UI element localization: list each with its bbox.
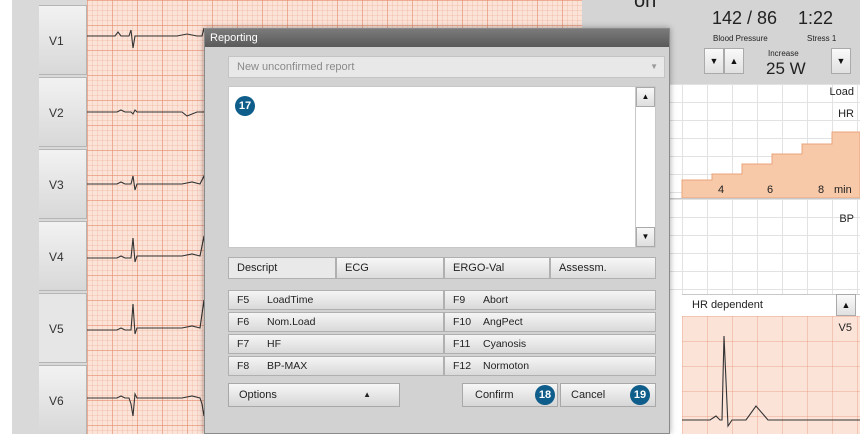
cancel-button[interactable]: Cancel 19 xyxy=(560,383,656,407)
key-f8[interactable]: F8 BP-MAX xyxy=(228,356,444,376)
key-label: Nom.Load xyxy=(267,316,316,328)
dialog-title: Reporting xyxy=(205,29,669,47)
report-text-area[interactable]: 17 xyxy=(228,86,656,248)
report-select-value: New unconfirmed report xyxy=(237,61,355,73)
bp-value: 142 / 86 xyxy=(712,8,778,28)
key-f7[interactable]: F7 HF xyxy=(228,334,444,354)
stage-label: Stress 1 xyxy=(807,34,837,43)
x-tick-8: 8 xyxy=(818,184,825,196)
report-select[interactable]: New unconfirmed report ▼ xyxy=(228,56,665,78)
load-value: 25 W xyxy=(766,59,806,78)
tab-assessm[interactable]: Assessm. xyxy=(550,257,656,279)
key-code: F8 xyxy=(237,360,250,372)
triangle-up-icon: ▲ xyxy=(363,390,371,399)
phase-text: on xyxy=(634,0,657,12)
key-code: F6 xyxy=(237,316,250,328)
report-scrollbar[interactable]: ▲ ▼ xyxy=(635,86,656,248)
key-code: F7 xyxy=(237,338,250,350)
key-f9[interactable]: F9 Abort xyxy=(444,290,656,310)
chevron-down-icon: ▼ xyxy=(650,62,658,71)
hr-dependent-label: HR dependent xyxy=(692,299,763,311)
cancel-label: Cancel xyxy=(571,389,606,401)
options-label: Options xyxy=(239,389,277,401)
key-code: F11 xyxy=(453,338,471,350)
lead-tab-v3[interactable]: V3 xyxy=(39,149,87,219)
lead-label: V2 xyxy=(49,106,64,120)
stage-time: 1:22 xyxy=(798,8,834,28)
x-tick-4: 4 xyxy=(718,184,725,196)
key-label: Normoton xyxy=(483,360,530,372)
screen: V1 V2 V3 V4 V5 V6 on 142 / 86 Blood Pres… xyxy=(0,0,860,434)
key-label: AngPect xyxy=(483,316,523,328)
triangle-up-icon[interactable]: ▲ xyxy=(836,294,856,316)
key-label: HF xyxy=(267,338,281,350)
x-tick-6: 6 xyxy=(767,184,774,196)
scroll-up-button[interactable]: ▲ xyxy=(636,87,655,107)
confirm-label: Confirm xyxy=(475,389,514,401)
lead-label: V4 xyxy=(49,250,64,264)
lead-tab-v4[interactable]: V4 xyxy=(39,221,87,291)
hr-dependent-select[interactable]: HR dependent ▲ xyxy=(682,294,860,318)
x-unit: min xyxy=(834,184,852,196)
triangle-up-icon: ▲ xyxy=(641,92,650,101)
reporting-dialog: Reporting New unconfirmed report ▼ 17 ▲ … xyxy=(204,28,670,434)
lead-tab-v5[interactable]: V5 xyxy=(39,293,87,363)
key-f5[interactable]: F5 LoadTime xyxy=(228,290,444,310)
tab-ergo-val[interactable]: ERGO-Val xyxy=(444,257,550,279)
load-decrease-button[interactable]: ▼ xyxy=(704,48,724,74)
callout-17-badge: 17 xyxy=(235,96,255,116)
tab-descript[interactable]: Descript xyxy=(228,257,336,279)
lead-label: V6 xyxy=(49,394,64,408)
lead-tab-v6[interactable]: V6 xyxy=(39,365,87,434)
key-f10[interactable]: F10 AngPect xyxy=(444,312,656,332)
key-f11[interactable]: F11 Cyanosis xyxy=(444,334,656,354)
tab-ecg[interactable]: ECG xyxy=(336,257,444,279)
key-label: Cyanosis xyxy=(483,338,527,350)
lead-zoom-strip: V5 xyxy=(682,316,860,434)
key-f6[interactable]: F6 Nom.Load xyxy=(228,312,444,332)
key-code: F5 xyxy=(237,294,250,306)
increase-label: Increase xyxy=(768,49,799,58)
lead-tab-v1[interactable]: V1 xyxy=(39,5,87,75)
triangle-down-icon: ▼ xyxy=(641,232,650,241)
load-menu-button[interactable]: ▼ xyxy=(831,48,851,74)
options-button[interactable]: Options ▲ xyxy=(228,383,400,407)
triangle-up-icon: ▲ xyxy=(729,56,739,66)
key-code: F10 xyxy=(453,316,472,328)
key-code: F9 xyxy=(453,294,466,306)
lead-tab-v2[interactable]: V2 xyxy=(39,77,87,147)
load-increase-button[interactable]: ▲ xyxy=(724,48,744,74)
trend-bp-label: BP xyxy=(839,213,854,225)
key-label: LoadTime xyxy=(267,294,314,306)
lead-label: V1 xyxy=(49,34,64,48)
triangle-down-icon: ▼ xyxy=(709,56,719,66)
lead-label: V3 xyxy=(49,178,64,192)
scroll-down-button[interactable]: ▼ xyxy=(636,227,655,247)
callout-18-badge: 18 xyxy=(535,385,555,405)
key-f12[interactable]: F12 Normoton xyxy=(444,356,656,376)
bp-label: Blood Pressure xyxy=(713,34,768,43)
key-label: Abort xyxy=(483,294,509,306)
callout-19-badge: 19 xyxy=(630,385,650,405)
confirm-button[interactable]: Confirm 18 xyxy=(462,383,558,407)
zoom-ecg-trace xyxy=(682,335,860,428)
key-label: BP-MAX xyxy=(267,360,308,372)
triangle-down-icon: ▼ xyxy=(836,56,846,66)
key-code: F12 xyxy=(453,360,472,372)
lead-label: V5 xyxy=(49,322,64,336)
